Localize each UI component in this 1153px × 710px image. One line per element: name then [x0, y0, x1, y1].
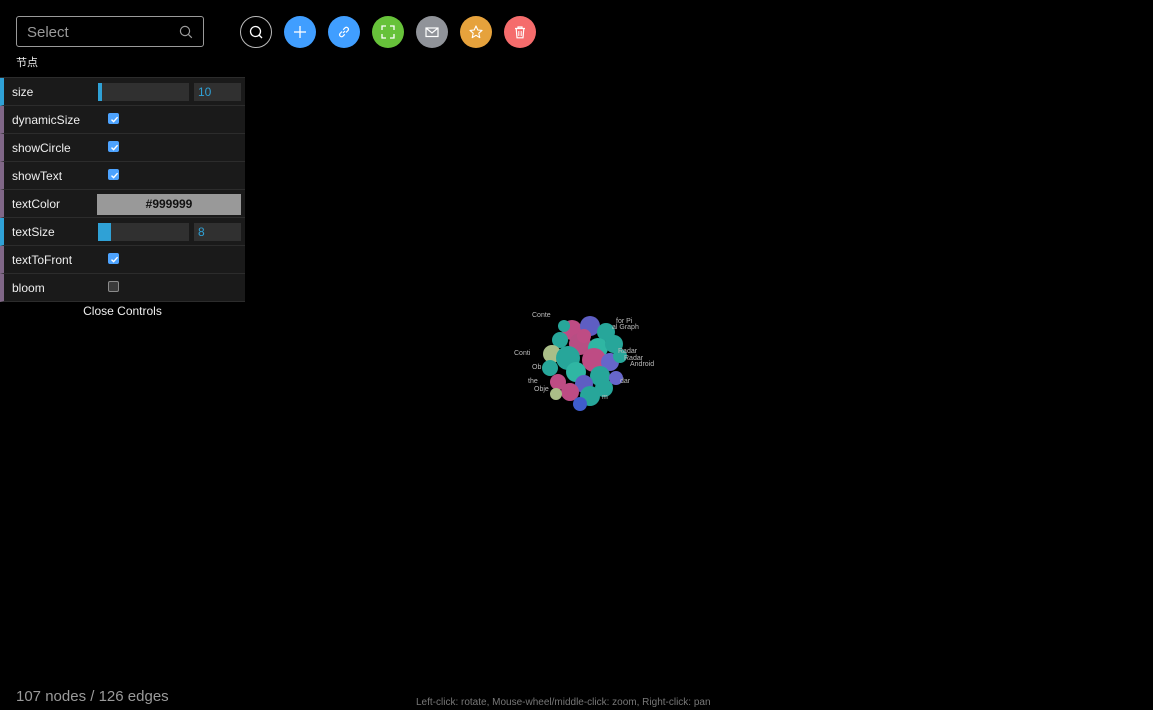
check-icon — [111, 256, 119, 263]
link-icon — [339, 26, 349, 38]
graph-node-label: Ob — [532, 364, 542, 371]
app-stage: Select 节点 size 10 dynamicSize showCircle… — [0, 0, 1153, 710]
check-icon — [111, 172, 119, 179]
node-count: 107 nodes — [16, 688, 87, 705]
control-showcircle: showCircle — [0, 134, 245, 162]
textsize-slider[interactable] — [98, 223, 189, 241]
search-icon — [179, 25, 193, 39]
showcircle-checkbox[interactable] — [108, 141, 119, 152]
graph-node-label: Conti — [514, 350, 531, 357]
fullscreen-icon — [381, 25, 395, 39]
control-label: showCircle — [12, 141, 71, 155]
star-icon — [469, 25, 483, 39]
control-bloom: bloom — [0, 274, 245, 302]
control-textcolor: textColor #999999 — [0, 190, 245, 218]
navigation-hint: Left-click: rotate, Mouse-wheel/middle-c… — [416, 697, 711, 708]
control-label: textColor — [12, 197, 61, 211]
dynamicsize-checkbox[interactable] — [108, 113, 119, 124]
force-graph-canvas[interactable]: Conte for Pi al Graph Radar Radar Androi… — [510, 300, 670, 420]
control-label: showText — [12, 169, 63, 183]
graph-node-label: Radar — [618, 348, 638, 355]
texttofront-checkbox[interactable] — [108, 253, 119, 264]
search-tool-button[interactable] — [240, 16, 272, 48]
control-size: size 10 — [0, 78, 245, 106]
textsize-input[interactable]: 8 — [194, 223, 241, 241]
search-icon — [249, 25, 263, 39]
control-label: dynamicSize — [12, 113, 81, 127]
check-icon — [111, 144, 119, 151]
size-slider[interactable] — [98, 83, 189, 101]
graph-node-label: dar — [620, 378, 631, 385]
control-label: size — [12, 85, 34, 99]
size-input[interactable]: 10 — [194, 83, 241, 101]
slider-fill — [98, 223, 111, 241]
close-controls-button[interactable]: Close Controls — [0, 302, 245, 321]
showtext-checkbox[interactable] — [108, 169, 119, 180]
graph-node-label: the — [528, 378, 538, 385]
control-label: textToFront — [12, 253, 73, 267]
mail-icon — [425, 27, 439, 38]
control-textsize: textSize 8 — [0, 218, 245, 246]
control-label: textSize — [12, 225, 55, 239]
folder-title[interactable]: 节点 — [0, 50, 245, 78]
control-showtext: showText — [0, 162, 245, 190]
graph-stats: 107 nodes / 126 edges — [16, 688, 169, 705]
textcolor-input[interactable]: #999999 — [97, 194, 241, 215]
favorite-button[interactable] — [460, 16, 492, 48]
stats-separator: / — [90, 688, 95, 705]
control-dynamicsize: dynamicSize — [0, 106, 245, 134]
control-texttofront: textToFront — [0, 246, 245, 274]
fullscreen-button[interactable] — [372, 16, 404, 48]
graph-node-label: Conte — [532, 312, 551, 319]
select-placeholder: Select — [27, 24, 69, 41]
message-button[interactable] — [416, 16, 448, 48]
link-button[interactable] — [328, 16, 360, 48]
graph-node-label: m — [602, 394, 608, 401]
control-label: bloom — [12, 281, 45, 295]
slider-fill — [98, 83, 102, 101]
edge-count: 126 edges — [98, 688, 169, 705]
trash-icon — [515, 26, 525, 39]
controls-panel: 节点 size 10 dynamicSize showCircle showTe… — [0, 50, 245, 321]
bloom-checkbox[interactable] — [108, 281, 119, 292]
node-search-select[interactable]: Select — [16, 16, 204, 47]
delete-button[interactable] — [504, 16, 536, 48]
graph-node-label: al Graph — [612, 324, 639, 331]
check-icon — [111, 116, 119, 123]
graph-node-label: Obje — [534, 386, 549, 393]
plus-icon — [294, 26, 306, 38]
graph-node-label: Android — [630, 361, 655, 368]
add-button[interactable] — [284, 16, 316, 48]
